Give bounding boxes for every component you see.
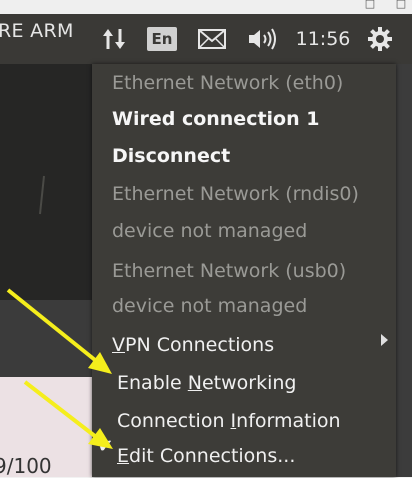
- menu-item-vpn-connections[interactable]: VPN Connections: [112, 334, 274, 356]
- gear-icon[interactable]: [364, 14, 396, 64]
- page-counter: 9/100: [0, 454, 52, 478]
- app-title: RE ARM: [0, 20, 74, 42]
- menu-item-label: nformation: [236, 410, 341, 432]
- network-menu: Ethernet Network (eth0) Wired connection…: [92, 64, 396, 477]
- mnemonic-n: N: [187, 372, 202, 394]
- clock-label: 11:56: [295, 28, 351, 50]
- input-method-badge: En: [147, 27, 177, 51]
- keyboard-layout-icon[interactable]: En: [146, 14, 178, 64]
- window-titlebar: □ □: [0, 0, 412, 15]
- menu-header-rndis0: Ethernet Network (rndis0): [112, 183, 359, 205]
- menu-item-enable-networking[interactable]: Enable Networking: [117, 372, 296, 394]
- mnemonic-v: V: [112, 334, 125, 356]
- menu-item-label: etworking: [201, 372, 297, 394]
- submenu-arrow-icon: [381, 334, 388, 346]
- menu-item-disconnect[interactable]: Disconnect: [112, 145, 230, 167]
- background-window-canvas: [0, 64, 92, 300]
- background-mark: [39, 175, 45, 215]
- menu-item-label: Enable: [117, 372, 188, 394]
- checkmark-icon: ✔: [98, 436, 114, 457]
- menu-item-label: PN Connections: [125, 334, 275, 356]
- window-button-icon[interactable]: □: [395, 0, 407, 10]
- menu-status-rndis0: device not managed: [112, 220, 308, 242]
- menu-item-edit-connections[interactable]: Edit Connections...: [117, 445, 295, 467]
- clock[interactable]: 11:56: [292, 14, 354, 64]
- menu-item-label: dit Connections...: [129, 445, 296, 467]
- menu-item-label: Connection: [117, 410, 231, 432]
- menu-item-connection-information[interactable]: Connection Information: [117, 410, 341, 432]
- menu-item-wired-connection[interactable]: Wired connection 1: [112, 108, 319, 130]
- mnemonic-e: E: [117, 445, 130, 467]
- background-window-edge: [396, 64, 412, 477]
- window-button-icon[interactable]: □: [364, 0, 376, 10]
- menu-header-usb0: Ethernet Network (usb0): [112, 260, 347, 282]
- menu-header-eth0: Ethernet Network (eth0): [112, 72, 344, 94]
- network-updown-icon[interactable]: [98, 14, 130, 64]
- menu-status-usb0: device not managed: [112, 295, 308, 317]
- volume-icon[interactable]: [244, 14, 280, 64]
- mail-icon[interactable]: [195, 14, 229, 64]
